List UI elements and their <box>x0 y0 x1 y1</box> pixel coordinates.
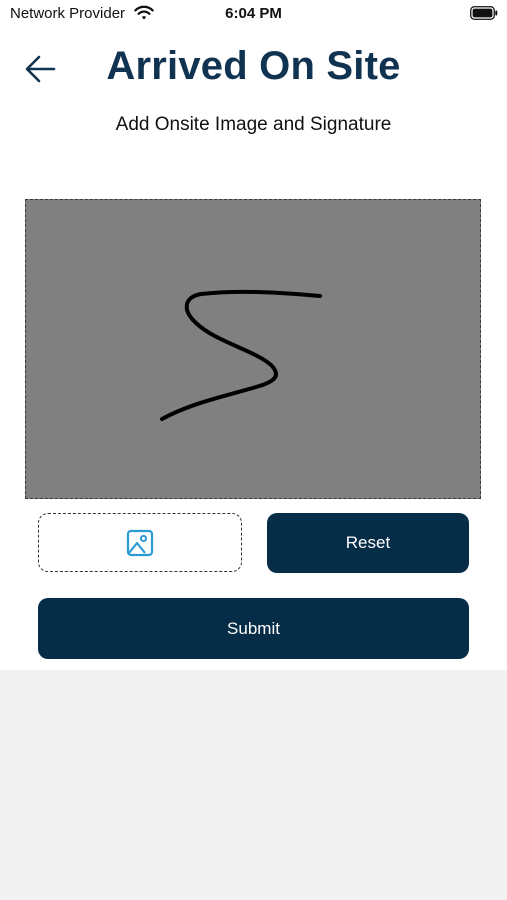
reset-button[interactable]: Reset <box>267 513 469 573</box>
add-image-button[interactable] <box>38 513 242 572</box>
image-icon <box>126 529 154 556</box>
signature-stroke <box>160 289 322 421</box>
clock: 6:04 PM <box>225 5 282 22</box>
page-title: Arrived On Site <box>106 44 401 88</box>
submit-button[interactable]: Submit <box>38 598 469 659</box>
battery-icon <box>470 6 498 20</box>
page-subtitle: Add Onsite Image and Signature <box>115 114 392 135</box>
signature-pad[interactable] <box>25 199 481 499</box>
status-bar: Network Provider 6:04 PM <box>0 0 507 28</box>
